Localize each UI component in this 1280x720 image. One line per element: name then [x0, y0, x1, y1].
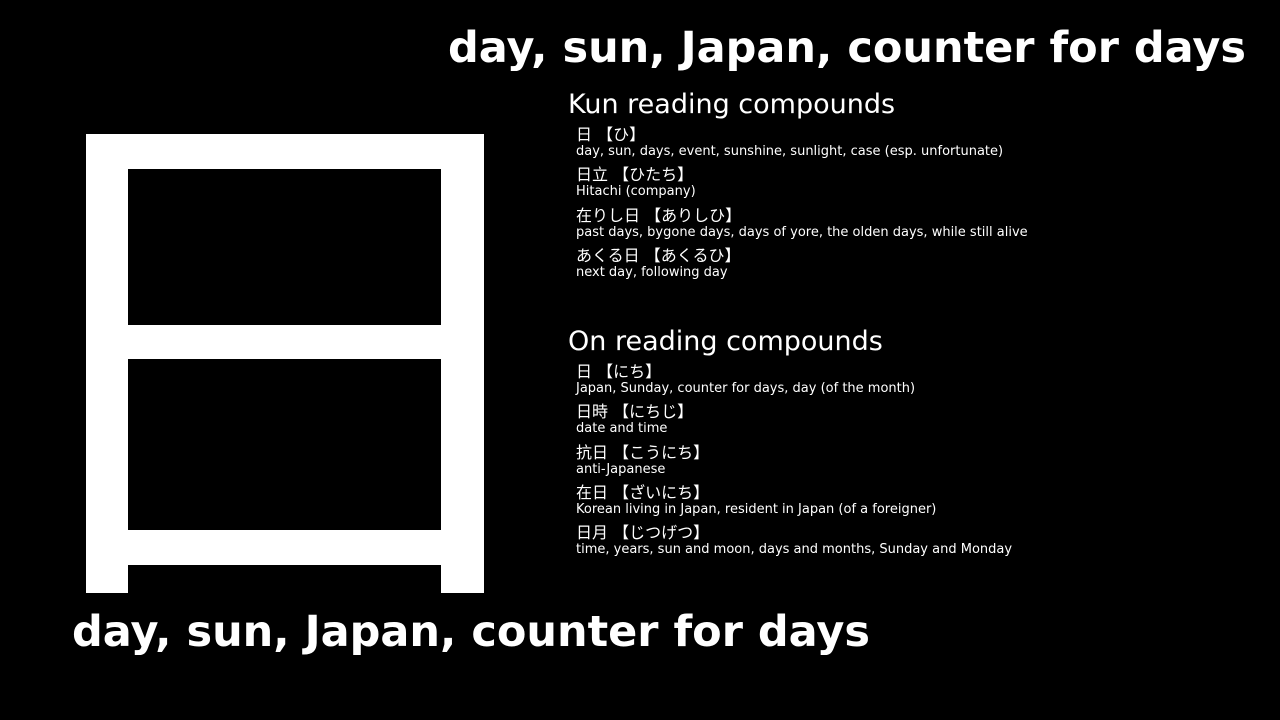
on-entry: 抗日 【こうにち】 anti-Japanese	[576, 443, 1268, 483]
on-entry-meaning: Japan, Sunday, counter for days, day (of…	[576, 381, 916, 396]
kun-entry: 日立 【ひたち】 Hitachi (company)	[576, 165, 1268, 205]
kun-entry-term: 在りし日 【ありしひ】	[576, 205, 742, 225]
on-entry-meaning: anti-Japanese	[576, 461, 666, 477]
kun-entry-meaning: past days, bygone days, days of yore, th…	[576, 224, 1028, 240]
on-entry-meaning: Korean living in Japan, resident in Japa…	[576, 501, 937, 517]
on-entry: 在日 【ざいにち】 Korean living in Japan, reside…	[576, 483, 1268, 523]
kun-entry-meaning: next day, following day	[576, 264, 728, 280]
on-entry-term: 在日 【ざいにち】	[576, 482, 710, 502]
kun-reading-section: Kun reading compounds 日 【ひ】 day, sun, da…	[568, 88, 1268, 286]
kun-entry: あくる日 【あくるひ】 next day, following day	[576, 246, 1268, 286]
kun-entry: 在りし日 【ありしひ】 past days, bygone days, days…	[576, 206, 1268, 246]
kun-entry-meaning: day, sun, days, event, sunshine, sunligh…	[576, 144, 1004, 159]
on-entry-term: 日 【にち】	[576, 362, 662, 381]
on-entry-term: 日時 【にちじ】	[576, 402, 694, 422]
kun-entry: 日 【ひ】 day, sun, days, event, sunshine, s…	[576, 125, 1268, 165]
on-entry: 日 【にち】 Japan, Sunday, counter for days, …	[576, 362, 1268, 402]
top-meaning-title: day, sun, Japan, counter for days	[448, 23, 1246, 73]
on-section-heading: On reading compounds	[568, 326, 883, 357]
on-entry-meaning: time, years, sun and moon, days and mont…	[576, 542, 1013, 558]
kun-entry-meaning: Hitachi (company)	[576, 184, 696, 200]
bottom-meaning-title: day, sun, Japan, counter for days	[72, 607, 870, 657]
on-entry: 日時 【にちじ】 date and time	[576, 402, 1268, 442]
on-entry-term: 日月 【じつげつ】	[576, 523, 710, 543]
kun-entry-term: 日 【ひ】	[576, 125, 646, 144]
on-reading-section: On reading compounds 日 【にち】 Japan, Sunda…	[568, 325, 1268, 563]
on-entry-term: 抗日 【こうにち】	[576, 442, 710, 462]
kun-section-heading: Kun reading compounds	[568, 89, 896, 120]
kun-entry-term: あくる日 【あくるひ】	[576, 245, 741, 265]
on-entry: 日月 【じつげつ】 time, years, sun and moon, day…	[576, 523, 1268, 563]
kun-entry-term: 日立 【ひたち】	[576, 165, 694, 185]
on-entry-meaning: date and time	[576, 421, 668, 437]
kanji-glyph	[86, 134, 484, 593]
